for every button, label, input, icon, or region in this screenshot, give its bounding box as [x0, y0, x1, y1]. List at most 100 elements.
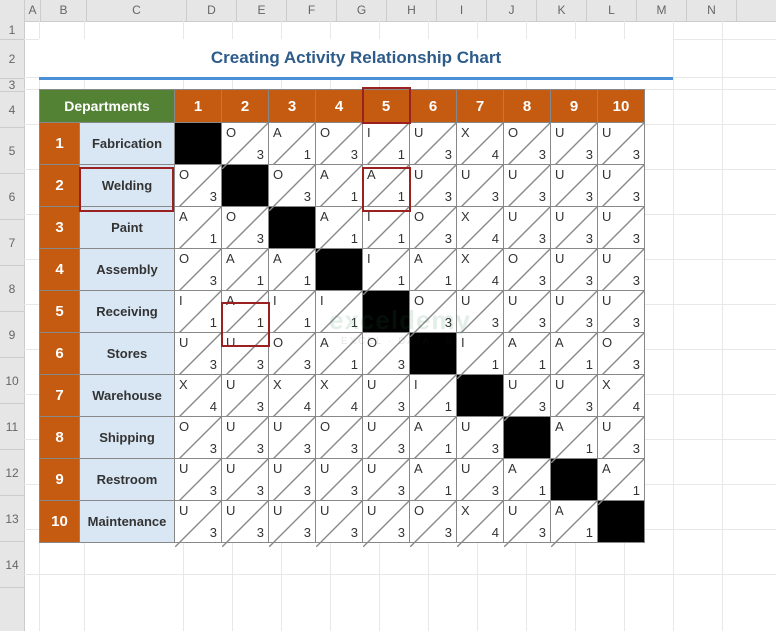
cell-Restroom-10[interactable]: A1 — [598, 459, 645, 501]
cell-Welding-7[interactable]: U3 — [457, 165, 504, 207]
cell-Restroom-2[interactable]: U3 — [222, 459, 269, 501]
cell-Stores-7[interactable]: I1 — [457, 333, 504, 375]
cell-Welding-4[interactable]: A1 — [316, 165, 363, 207]
cell-Assembly-1[interactable]: O3 — [175, 249, 222, 291]
cell-Assembly-7[interactable]: X4 — [457, 249, 504, 291]
cell-Fabrication-9[interactable]: U3 — [551, 123, 598, 165]
cell-Maintenance-6[interactable]: O3 — [410, 501, 457, 543]
cell-Shipping-5[interactable]: U3 — [363, 417, 410, 459]
cell-Assembly-6[interactable]: A1 — [410, 249, 457, 291]
cell-Welding-8[interactable]: U3 — [504, 165, 551, 207]
cell-Warehouse-4[interactable]: X4 — [316, 375, 363, 417]
cell-Shipping-3[interactable]: U3 — [269, 417, 316, 459]
col-header-L[interactable]: L — [587, 0, 637, 21]
cell-Fabrication-2[interactable]: O3 — [222, 123, 269, 165]
cell-Maintenance-9[interactable]: A1 — [551, 501, 598, 543]
dept-name-Restroom[interactable]: Restroom — [80, 459, 175, 501]
cell-Welding-9[interactable]: U3 — [551, 165, 598, 207]
col-header-J[interactable]: J — [487, 0, 537, 21]
cell-Warehouse-10[interactable]: X4 — [598, 375, 645, 417]
row-header-9[interactable]: 9 — [0, 312, 24, 358]
cell-Fabrication-6[interactable]: U3 — [410, 123, 457, 165]
cell-Paint-2[interactable]: O3 — [222, 207, 269, 249]
cell-Receiving-7[interactable]: U3 — [457, 291, 504, 333]
cell-Restroom-1[interactable]: U3 — [175, 459, 222, 501]
row-header-11[interactable]: 11 — [0, 404, 24, 450]
cell-Stores-5[interactable]: O3 — [363, 333, 410, 375]
cell-Maintenance-8[interactable]: U3 — [504, 501, 551, 543]
cell-Paint-10[interactable]: U3 — [598, 207, 645, 249]
cell-Fabrication-7[interactable]: X4 — [457, 123, 504, 165]
row-header-1[interactable]: 1 — [0, 21, 24, 40]
dept-name-Assembly[interactable]: Assembly — [80, 249, 175, 291]
cell-Receiving-1[interactable]: I1 — [175, 291, 222, 333]
row-header-14[interactable]: 14 — [0, 542, 24, 588]
cell-Assembly-8[interactable]: O3 — [504, 249, 551, 291]
cell-Welding-10[interactable]: U3 — [598, 165, 645, 207]
row-header-5[interactable]: 5 — [0, 128, 24, 174]
cell-Receiving-4[interactable]: I1 — [316, 291, 363, 333]
row-header-6[interactable]: 6 — [0, 174, 24, 220]
cell-Receiving-6[interactable]: O3 — [410, 291, 457, 333]
cell-Warehouse-1[interactable]: X4 — [175, 375, 222, 417]
cell-Shipping-4[interactable]: O3 — [316, 417, 363, 459]
col-header-N[interactable]: N — [687, 0, 737, 21]
cell-Fabrication-8[interactable]: O3 — [504, 123, 551, 165]
dept-name-Stores[interactable]: Stores — [80, 333, 175, 375]
activity-chart-table[interactable]: Departments123456789101FabricationO3A1O3… — [39, 89, 645, 543]
cell-Fabrication-5[interactable]: I1 — [363, 123, 410, 165]
cell-Fabrication-10[interactable]: U3 — [598, 123, 645, 165]
cell-Shipping-10[interactable]: U3 — [598, 417, 645, 459]
cell-Restroom-8[interactable]: A1 — [504, 459, 551, 501]
row-header-4[interactable]: 4 — [0, 92, 24, 128]
row-header-8[interactable]: 8 — [0, 266, 24, 312]
cell-Restroom-7[interactable]: U3 — [457, 459, 504, 501]
cell-Warehouse-9[interactable]: U3 — [551, 375, 598, 417]
cell-Welding-5[interactable]: A1 — [363, 165, 410, 207]
cell-Shipping-2[interactable]: U3 — [222, 417, 269, 459]
col-header-M[interactable]: M — [637, 0, 687, 21]
cell-Shipping-6[interactable]: A1 — [410, 417, 457, 459]
cell-Welding-1[interactable]: O3 — [175, 165, 222, 207]
dept-name-Fabrication[interactable]: Fabrication — [80, 123, 175, 165]
cell-Shipping-7[interactable]: U3 — [457, 417, 504, 459]
cell-Paint-5[interactable]: I1 — [363, 207, 410, 249]
dept-name-Maintenance[interactable]: Maintenance — [80, 501, 175, 543]
dept-name-Paint[interactable]: Paint — [80, 207, 175, 249]
cell-Warehouse-8[interactable]: U3 — [504, 375, 551, 417]
cell-Maintenance-3[interactable]: U3 — [269, 501, 316, 543]
cell-Assembly-9[interactable]: U3 — [551, 249, 598, 291]
cell-Maintenance-4[interactable]: U3 — [316, 501, 363, 543]
cell-Paint-4[interactable]: A1 — [316, 207, 363, 249]
cell-Assembly-10[interactable]: U3 — [598, 249, 645, 291]
cell-Fabrication-4[interactable]: O3 — [316, 123, 363, 165]
cell-Maintenance-5[interactable]: U3 — [363, 501, 410, 543]
row-header-12[interactable]: 12 — [0, 450, 24, 496]
cell-Fabrication-3[interactable]: A1 — [269, 123, 316, 165]
cell-Welding-6[interactable]: U3 — [410, 165, 457, 207]
cell-Stores-2[interactable]: U3 — [222, 333, 269, 375]
dept-name-Warehouse[interactable]: Warehouse — [80, 375, 175, 417]
cell-Welding-3[interactable]: O3 — [269, 165, 316, 207]
cell-Receiving-3[interactable]: I1 — [269, 291, 316, 333]
cell-Assembly-3[interactable]: A1 — [269, 249, 316, 291]
cell-Receiving-9[interactable]: U3 — [551, 291, 598, 333]
row-header-3[interactable]: 3 — [0, 79, 24, 92]
col-header-B[interactable]: B — [41, 0, 87, 21]
dept-name-Receiving[interactable]: Receiving — [80, 291, 175, 333]
cell-Receiving-2[interactable]: A1 — [222, 291, 269, 333]
cell-Stores-3[interactable]: O3 — [269, 333, 316, 375]
col-header-G[interactable]: G — [337, 0, 387, 21]
cell-Restroom-5[interactable]: U3 — [363, 459, 410, 501]
col-header-D[interactable]: D — [187, 0, 237, 21]
cell-Maintenance-1[interactable]: U3 — [175, 501, 222, 543]
col-header-E[interactable]: E — [237, 0, 287, 21]
col-header-H[interactable]: H — [387, 0, 437, 21]
col-header-K[interactable]: K — [537, 0, 587, 21]
cell-Warehouse-6[interactable]: I1 — [410, 375, 457, 417]
col-header-F[interactable]: F — [287, 0, 337, 21]
row-header-10[interactable]: 10 — [0, 358, 24, 404]
cell-Restroom-3[interactable]: U3 — [269, 459, 316, 501]
cell-Restroom-4[interactable]: U3 — [316, 459, 363, 501]
cell-Shipping-9[interactable]: A1 — [551, 417, 598, 459]
